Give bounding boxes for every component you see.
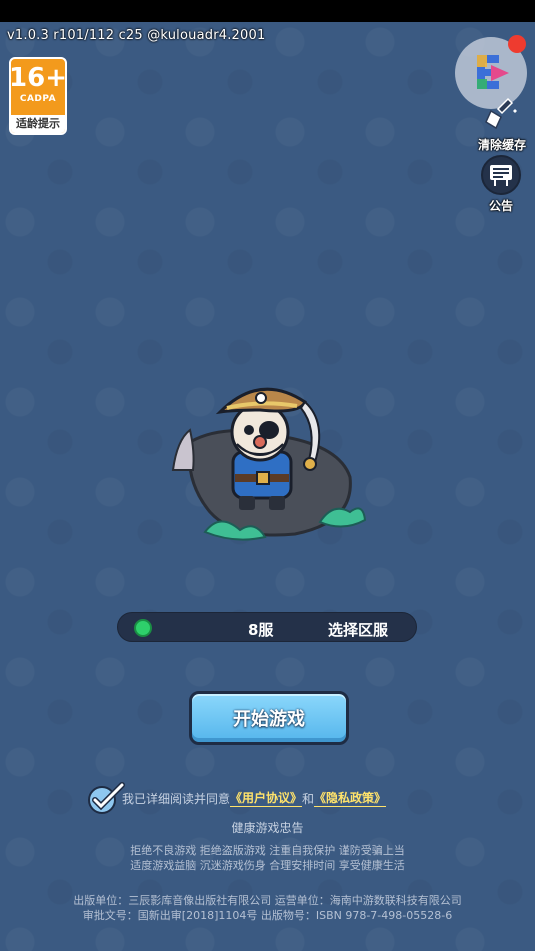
agreement-and: 和 xyxy=(302,791,315,806)
age-rating-tip: 适龄提示 xyxy=(11,115,65,133)
agreement-row: 我已详细阅读并同意 《用户协议》 和 《隐私政策》 xyxy=(86,780,387,816)
health-advice-line-2: 适度游戏益脑 沉迷游戏伤身 合理安排时间 享受健康生活 xyxy=(130,859,405,872)
notice-label: 公告 xyxy=(488,199,513,213)
user-agreement-link[interactable]: 《用户协议》 xyxy=(230,789,303,807)
server-name: 8服 xyxy=(248,621,274,639)
notification-dot xyxy=(508,35,526,53)
app-logo-icon xyxy=(469,49,513,97)
game-login-screen: v1.0.3 r101/112 c25 @kulouadr4.2001 16+ … xyxy=(0,22,535,951)
age-rating-org: CADPA xyxy=(19,94,57,104)
agreement-prefix: 我已详细阅读并同意 xyxy=(122,791,231,806)
age-rating-badge[interactable]: 16+ CADPA 适龄提示 xyxy=(9,57,67,135)
status-bar xyxy=(0,0,535,22)
clear-cache-label: 清除缓存 xyxy=(478,138,527,152)
health-advice-title: 健康游戏忠告 xyxy=(231,821,304,835)
start-game-label: 开始游戏 xyxy=(233,709,305,730)
age-rating-number: 16+ xyxy=(9,63,67,93)
publication-info-line-2: 审批文号：国新出审[2018]1104号 出版物号：ISBN 978-7-498… xyxy=(82,909,453,922)
checkmark-icon xyxy=(88,782,125,814)
agreement-checkbox[interactable] xyxy=(86,780,126,816)
notice-board-icon xyxy=(481,155,521,195)
pirate-character-illustration xyxy=(165,362,375,562)
clear-cache-button[interactable]: 清除缓存 xyxy=(478,94,526,153)
notice-button[interactable]: 公告 xyxy=(481,155,521,214)
start-game-button[interactable]: 开始游戏 xyxy=(189,691,349,745)
publication-info-line-1: 出版单位：三辰影库音像出版社有限公司 运营单位：海南中游数联科技有限公司 xyxy=(73,894,462,907)
version-label: v1.0.3 r101/112 c25 @kulouadr4.2001 xyxy=(7,28,266,43)
server-status-indicator xyxy=(134,619,152,637)
health-advice-line-1: 拒绝不良游戏 拒绝盗版游戏 注重自我保护 谨防受骗上当 xyxy=(130,844,405,857)
broom-icon xyxy=(482,94,522,134)
select-server-link[interactable]: 选择区服 xyxy=(328,619,388,640)
privacy-policy-link[interactable]: 《隐私政策》 xyxy=(314,789,387,807)
server-selector[interactable]: 8服 选择区服 xyxy=(117,612,417,642)
